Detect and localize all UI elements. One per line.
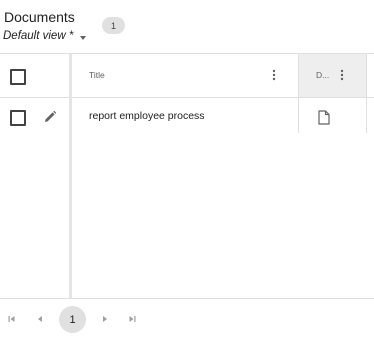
select-all-checkbox[interactable]: [10, 69, 26, 85]
header: Documents 1 Default view *: [0, 0, 374, 52]
title-column-menu-icon[interactable]: [271, 68, 277, 82]
column-header-title-label[interactable]: Title: [89, 70, 105, 80]
table-row[interactable]: report employee process: [0, 98, 374, 133]
current-page-button[interactable]: 1: [59, 306, 86, 333]
data-grid: Title D... report employee process: [0, 53, 374, 299]
pagination: 1: [0, 298, 374, 338]
page-title: Documents: [4, 9, 75, 25]
chevron-down-icon: [80, 35, 87, 40]
view-selector[interactable]: Default view *: [3, 29, 87, 43]
previous-page-icon[interactable]: [36, 315, 44, 323]
table-header-row: Title D...: [0, 54, 374, 98]
pencil-icon[interactable]: [43, 110, 57, 124]
first-page-icon[interactable]: [8, 315, 16, 323]
row-checkbox[interactable]: [10, 110, 26, 126]
column-header-document-label[interactable]: D...: [316, 70, 329, 80]
row-title[interactable]: report employee process: [89, 110, 205, 122]
last-page-icon[interactable]: [128, 315, 136, 323]
view-label: Default view *: [3, 30, 74, 42]
document-cell: [298, 98, 367, 133]
next-page-icon[interactable]: [101, 315, 109, 323]
pinned-column-divider[interactable]: [69, 54, 72, 299]
document-column-menu-icon[interactable]: [339, 68, 345, 82]
file-icon[interactable]: [318, 110, 330, 125]
count-badge: 1: [102, 17, 125, 34]
column-header-document[interactable]: [298, 54, 367, 97]
